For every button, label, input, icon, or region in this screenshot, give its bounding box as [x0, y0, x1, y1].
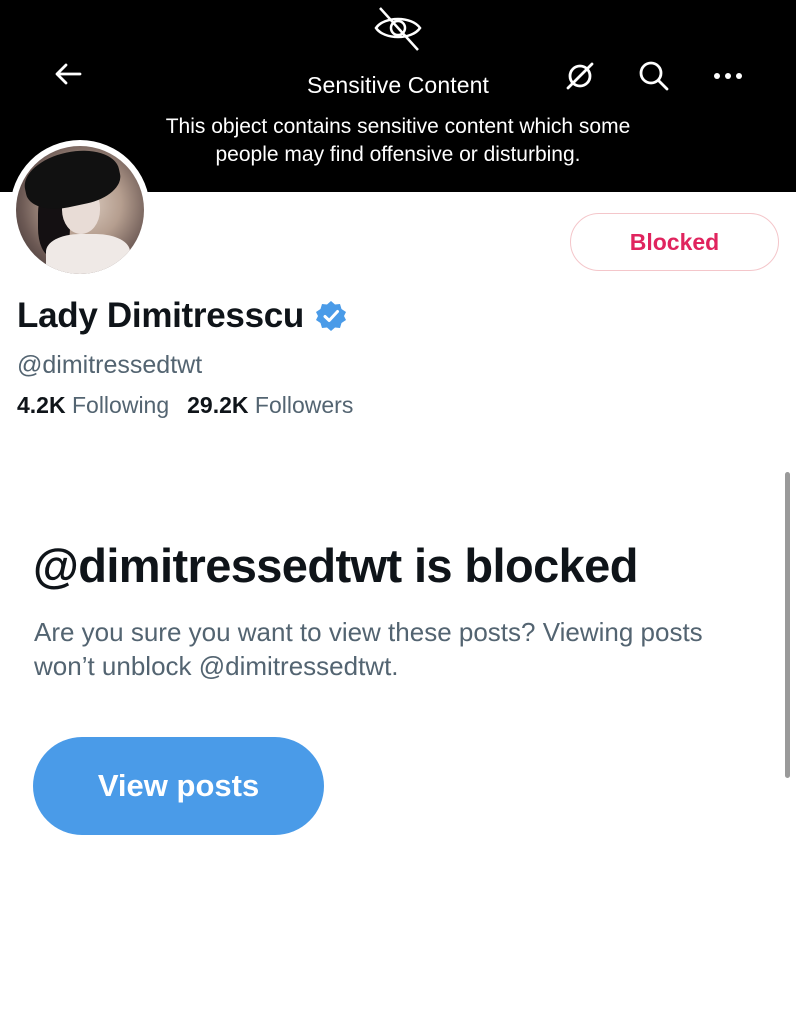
- blocked-heading: @dimitressedtwt is blocked: [33, 539, 638, 592]
- blocked-button[interactable]: Blocked: [570, 213, 779, 271]
- reveal-icon: [563, 59, 597, 98]
- followers-stat[interactable]: 29.2K Followers: [187, 392, 353, 419]
- view-posts-button[interactable]: View posts: [33, 737, 324, 835]
- sensitive-content-description: This object contains sensitive content w…: [165, 115, 631, 166]
- sensitive-content-title: Sensitive Content: [307, 72, 489, 98]
- search-icon: [637, 59, 671, 98]
- more-options-button[interactable]: [708, 58, 748, 98]
- avatar-dress: [46, 234, 130, 274]
- followers-label: Followers: [254, 392, 354, 418]
- followers-count: 29.2K: [187, 392, 249, 418]
- follow-stats: 4.2K Following 29.2K Followers: [17, 392, 353, 419]
- search-button[interactable]: [634, 58, 674, 98]
- reveal-content-button[interactable]: [560, 58, 600, 98]
- eye-slash-icon: [372, 4, 424, 52]
- user-handle: @dimitressedtwt: [17, 351, 203, 379]
- scrollbar[interactable]: [785, 472, 790, 778]
- following-count: 4.2K: [17, 392, 66, 418]
- avatar-image: [16, 146, 144, 274]
- blocked-description: Are you sure you want to view these post…: [34, 617, 703, 681]
- avatar[interactable]: [10, 140, 150, 280]
- profile-page: Sensitive Content This object contains s…: [0, 0, 796, 1024]
- display-name: Lady Dimitresscu: [17, 296, 304, 335]
- following-stat[interactable]: 4.2K Following: [17, 392, 169, 419]
- following-label: Following: [71, 392, 170, 418]
- display-name-row: Lady Dimitresscu: [17, 296, 348, 336]
- verified-badge-icon[interactable]: [314, 299, 348, 333]
- more-icon: [711, 69, 745, 87]
- avatar-hat: [19, 146, 125, 216]
